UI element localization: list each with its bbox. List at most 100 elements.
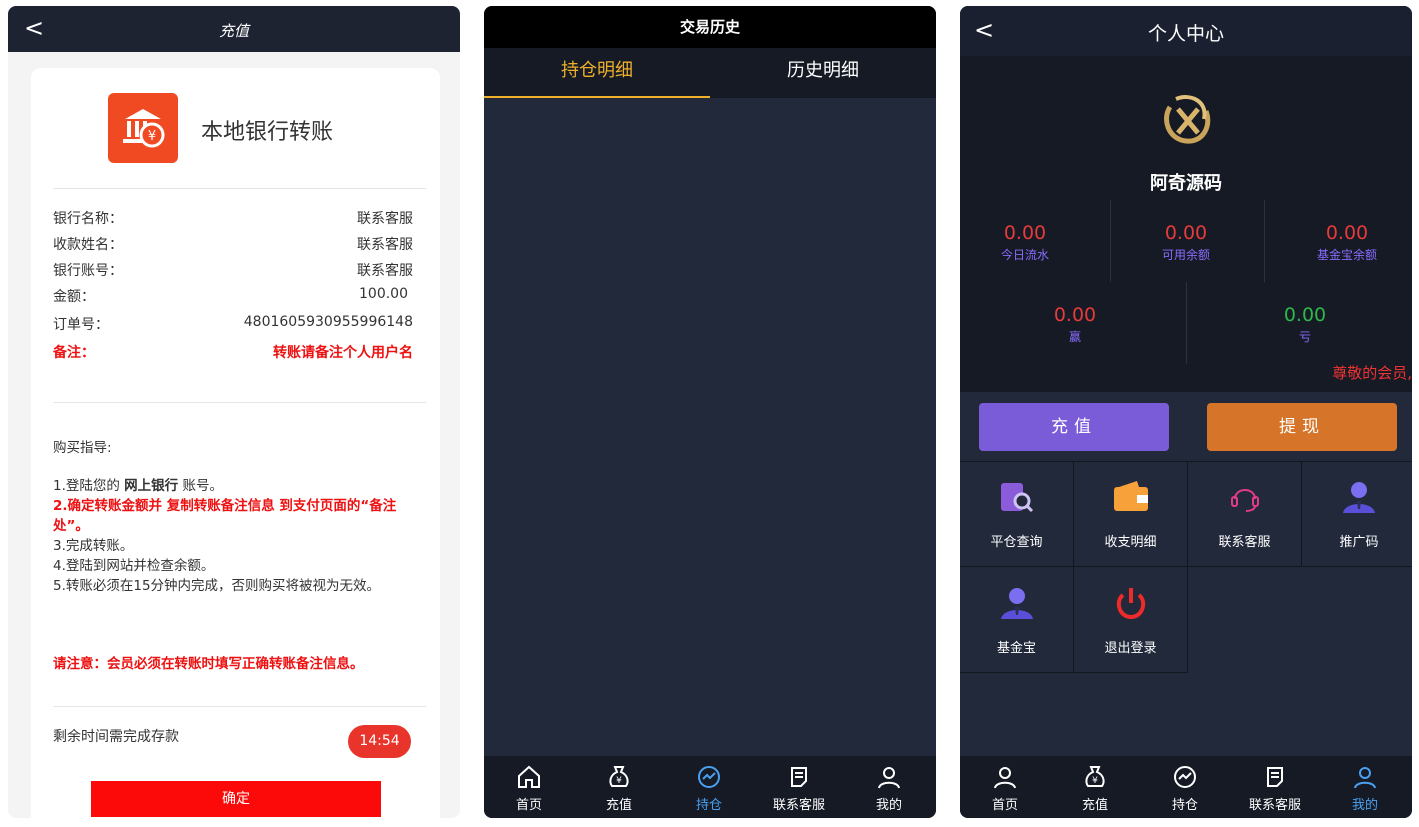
tab-label: 充值 — [1081, 798, 1108, 813]
stat-loss: 0.00 亏 — [1250, 304, 1360, 345]
grid-support[interactable]: 联系客服 — [1188, 461, 1302, 567]
field-label: 银行名称： — [53, 211, 123, 227]
grid-fund[interactable]: 基金宝 — [960, 567, 1074, 673]
tab-support[interactable]: 联系客服 — [1230, 764, 1320, 813]
brand-logo — [1156, 89, 1218, 155]
svg-text:¥: ¥ — [616, 776, 622, 786]
tab-label: 持仓 — [695, 798, 722, 813]
agent-icon — [1339, 479, 1379, 519]
stat-label: 亏 — [1298, 330, 1311, 344]
divider — [53, 706, 426, 707]
agent-icon — [997, 585, 1037, 625]
profile-summary: 阿奇源码 0.00 今日流水 0.00 可用余额 0.00 基金宝余额 0.00… — [960, 56, 1412, 392]
tab-mine[interactable]: 我的 — [844, 764, 934, 813]
stat-daily-turnover: 0.00 今日流水 — [975, 222, 1075, 263]
tab-label: 我的 — [875, 798, 902, 813]
guide-title: 购买指导: — [53, 440, 112, 456]
tab-label: 首页 — [991, 798, 1018, 813]
grid-label: 推广码 — [1339, 535, 1379, 550]
page-title: 个人中心 — [1147, 23, 1224, 45]
field-value: 联系客服 — [357, 237, 413, 253]
tab-label: 充值 — [605, 798, 632, 813]
tab-home[interactable]: 首页 — [960, 764, 1050, 813]
guide-step-1: 1.登陆您的 网上银行 账号。 — [53, 478, 223, 494]
home-icon — [484, 764, 574, 794]
bottom-tabbar: 首页 ¥ 充值 持仓 联系客服 我的 — [960, 756, 1412, 818]
svg-text:¥: ¥ — [148, 129, 156, 144]
tab-recharge[interactable]: ¥ 充值 — [574, 764, 664, 813]
stat-value: 0.00 — [1164, 222, 1208, 244]
bank-name-row: 银行名称： 联系客服 — [53, 208, 413, 234]
tab-label: 联系客服 — [772, 798, 825, 813]
recharge-panel: < 充值 ¥ 本地银行转账 银行名称： 联系客服 收款姓名： 联系客服 银行账号… — [8, 6, 460, 818]
grid-referral-code[interactable]: 推广码 — [1302, 461, 1412, 567]
tab-home[interactable]: 首页 — [484, 764, 574, 813]
grid-label: 平仓查询 — [990, 535, 1043, 550]
profile-panel: < 个人中心 阿奇源码 0.00 今日流水 0.00 可用余额 0.00 基金宝… — [960, 6, 1412, 818]
divider — [1110, 200, 1111, 282]
profile-header: < 个人中心 — [960, 6, 1412, 56]
guide-step-3: 3.完成转账。 — [53, 538, 134, 554]
tab-label: 持仓 — [1171, 798, 1198, 813]
field-value: 联系客服 — [357, 211, 413, 227]
order-number-row: 订单号： 4801605930955996148 — [53, 314, 413, 340]
bottom-tabbar: 首页 ¥ 充值 持仓 联系客服 我的 — [484, 756, 936, 818]
search-doc-icon — [997, 479, 1037, 519]
tab-label: 我的 — [1351, 798, 1378, 813]
stat-label: 今日流水 — [1000, 248, 1049, 262]
tab-mine[interactable]: 我的 — [1320, 764, 1410, 813]
recharge-button[interactable]: 充值 — [979, 403, 1169, 451]
payee-name-row: 收款姓名： 联系客服 — [53, 234, 413, 260]
field-value: 100.00 — [359, 286, 408, 302]
chart-icon — [1140, 764, 1230, 794]
document-icon — [754, 764, 844, 794]
grid-label: 退出登录 — [1104, 641, 1157, 656]
grid-logout[interactable]: 退出登录 — [1074, 567, 1188, 673]
field-value: 4801605930955996148 — [243, 314, 413, 330]
field-label: 银行账号： — [53, 263, 123, 279]
money-bag-icon: ¥ — [1050, 764, 1140, 794]
tab-positions[interactable]: 持仓明细 — [484, 48, 710, 98]
stat-value: 0.00 — [1325, 222, 1369, 244]
tab-positions[interactable]: 持仓 — [664, 764, 754, 813]
wallet-icon — [1111, 479, 1151, 519]
chart-icon — [664, 764, 754, 794]
stat-fund-balance: 0.00 基金宝余额 — [1292, 222, 1402, 263]
user-icon — [844, 764, 934, 794]
page-title: 充值 — [218, 22, 249, 40]
power-icon — [1111, 585, 1151, 625]
withdraw-button[interactable]: 提现 — [1207, 403, 1397, 451]
divider — [1186, 282, 1187, 364]
grid-label: 联系客服 — [1218, 535, 1271, 550]
grid-label: 收支明细 — [1104, 535, 1157, 550]
tab-support[interactable]: 联系客服 — [754, 764, 844, 813]
tab-positions[interactable]: 持仓 — [1140, 764, 1230, 813]
trade-history-panel: 交易历史 持仓明细 历史明细 首页 ¥ 充值 持仓 联系客服 我的 — [484, 6, 936, 818]
field-label: 收款姓名： — [53, 237, 123, 253]
field-label: 金额： — [53, 289, 95, 305]
grid-close-query[interactable]: 平仓查询 — [960, 461, 1074, 567]
tab-label: 首页 — [515, 798, 542, 813]
bank-transfer-card: ¥ 本地银行转账 银行名称： 联系客服 收款姓名： 联系客服 银行账号： 联系客… — [31, 68, 440, 818]
user-icon — [960, 764, 1050, 794]
grid-transactions[interactable]: 收支明细 — [1074, 461, 1188, 567]
confirm-button[interactable]: 确定 — [91, 781, 381, 817]
remark-row: 备注： 转账请备注个人用户名 — [53, 342, 413, 368]
field-label: 备注： — [53, 345, 95, 361]
stat-win: 0.00 赢 — [1020, 304, 1130, 345]
headset-icon — [1225, 479, 1265, 519]
field-value: 联系客服 — [357, 263, 413, 279]
stat-value: 0.00 — [1003, 222, 1047, 244]
tab-recharge[interactable]: ¥ 充值 — [1050, 764, 1140, 813]
guide-steps: 1.登陆您的 网上银行 账号。 2.确定转账金额并 复制转账备注信息 到支付页面… — [53, 476, 420, 596]
amount-row: 金额： 100.00 — [53, 286, 408, 312]
notice-text: 请注意：会员必须在转账时填写正确转账备注信息。 — [53, 656, 364, 672]
divider — [53, 188, 426, 189]
stat-value: 0.00 — [1283, 304, 1327, 326]
field-value: 转账请备注个人用户名 — [273, 345, 413, 361]
page-title: 交易历史 — [484, 6, 936, 48]
stat-label: 可用余额 — [1161, 248, 1210, 262]
tab-history[interactable]: 历史明细 — [710, 48, 936, 98]
countdown-badge: 14:54 — [348, 725, 411, 758]
bank-transfer-title: 本地银行转账 — [201, 120, 334, 145]
